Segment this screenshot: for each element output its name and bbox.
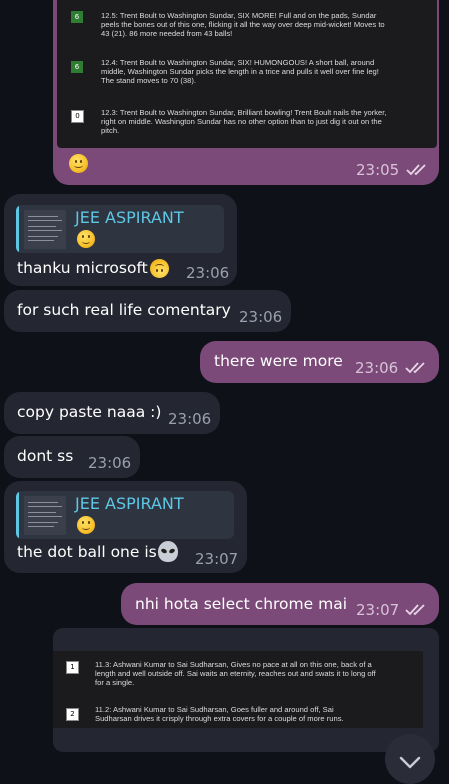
- commentary-line: Sudharsan drives it crisply through extr…: [95, 714, 344, 723]
- message-text: there were more: [214, 352, 343, 370]
- reply-accent-bar: [16, 205, 19, 253]
- commentary-line: 12.3: Trent Boult to Washington Sundar, …: [101, 108, 387, 117]
- message-text: dont ss: [17, 447, 74, 465]
- message-time: 23:07: [195, 550, 239, 568]
- commentary-line: 43 (21). 86 more needed from 43 balls!: [101, 29, 233, 38]
- ball-result-badge: 2: [66, 708, 79, 721]
- slightly-smiling-face-emoji: [77, 516, 95, 534]
- message-time: 23:05: [356, 161, 400, 179]
- message-time: 23:06: [88, 454, 132, 472]
- commentary-line: The stand moves to 70 (38).: [101, 76, 196, 85]
- message-time: 23:06: [168, 410, 212, 428]
- slightly-smiling-face-emoji: [69, 154, 88, 173]
- outgoing-image-message[interactable]: 6 12.5: Trent Boult to Washington Sundar…: [53, 0, 439, 185]
- reply-sender-name: JEE ASPIRANT: [75, 208, 184, 227]
- incoming-message[interactable]: copy paste naaa :) 23:06: [4, 392, 220, 434]
- outgoing-message[interactable]: nhi hota select chrome mai 23:07: [121, 583, 439, 625]
- message-text: copy paste naaa :): [17, 403, 162, 421]
- commentary-line: right on middle. Washington Sundar has n…: [101, 117, 382, 126]
- incoming-message[interactable]: dont ss 23:06: [4, 436, 140, 478]
- commentary-line: 12.5: Trent Boult to Washington Sundar, …: [101, 11, 377, 20]
- reply-sender-name: JEE ASPIRANT: [75, 494, 184, 513]
- message-time: 23:06: [355, 359, 399, 377]
- double-check-icon: [406, 164, 426, 176]
- message-text: thanku microsoft: [17, 259, 148, 277]
- commentary-line: length and well outside off. Sai waits a…: [95, 669, 376, 678]
- alien-emoji: [158, 541, 178, 562]
- double-check-icon: [405, 362, 425, 374]
- ball-result-badge: 6: [71, 61, 83, 73]
- commentary-line: 11.2: Ashwani Kumar to Sai Sudharsan, Go…: [95, 705, 334, 714]
- message-time: 23:06: [239, 308, 283, 326]
- double-check-icon: [405, 604, 425, 616]
- scroll-to-bottom-button[interactable]: [385, 734, 435, 784]
- commentary-line: 11.3: Ashwani Kumar to Sai Sudharsan, Gi…: [95, 660, 372, 669]
- incoming-image-message[interactable]: 1 11.3: Ashwani Kumar to Sai Sudharsan, …: [53, 628, 439, 752]
- attached-screenshot[interactable]: 6 12.5: Trent Boult to Washington Sundar…: [57, 0, 437, 148]
- upside-down-face-emoji: [150, 259, 169, 278]
- chevron-down-icon: [399, 756, 421, 769]
- message-text: for such real life comentary: [17, 301, 231, 319]
- commentary-line: for a single.: [95, 678, 135, 687]
- slightly-smiling-face-emoji: [77, 230, 95, 248]
- reply-accent-bar: [16, 491, 19, 539]
- commentary-line: middle, Washington Sundar picks the leng…: [101, 67, 379, 76]
- message-text: the dot ball one is: [17, 543, 157, 561]
- message-text: nhi hota select chrome mai: [135, 595, 347, 613]
- reply-preview[interactable]: JEE ASPIRANT: [16, 491, 234, 539]
- ball-result-badge: 1: [66, 661, 79, 674]
- commentary-line: peels the bones out of this one, flickin…: [101, 20, 385, 29]
- commentary-line: pitch.: [101, 126, 120, 135]
- commentary-line: 12.4: Trent Boult to Washington Sundar, …: [101, 58, 375, 67]
- reply-thumbnail: [24, 210, 66, 249]
- ball-result-badge: 6: [71, 11, 83, 23]
- reply-preview[interactable]: JEE ASPIRANT: [16, 205, 224, 253]
- message-time: 23:06: [186, 264, 230, 282]
- incoming-message[interactable]: JEE ASPIRANT the dot ball one is 23:07: [4, 481, 247, 573]
- outgoing-message[interactable]: there were more 23:06: [200, 341, 439, 383]
- incoming-message[interactable]: for such real life comentary 23:06: [4, 290, 291, 332]
- reply-thumbnail: [24, 496, 66, 535]
- ball-result-badge: 0: [71, 110, 84, 123]
- attached-screenshot[interactable]: 1 11.3: Ashwani Kumar to Sai Sudharsan, …: [53, 651, 423, 728]
- incoming-message[interactable]: JEE ASPIRANT thanku microsoft 23:06: [4, 194, 237, 286]
- message-time: 23:07: [356, 601, 400, 619]
